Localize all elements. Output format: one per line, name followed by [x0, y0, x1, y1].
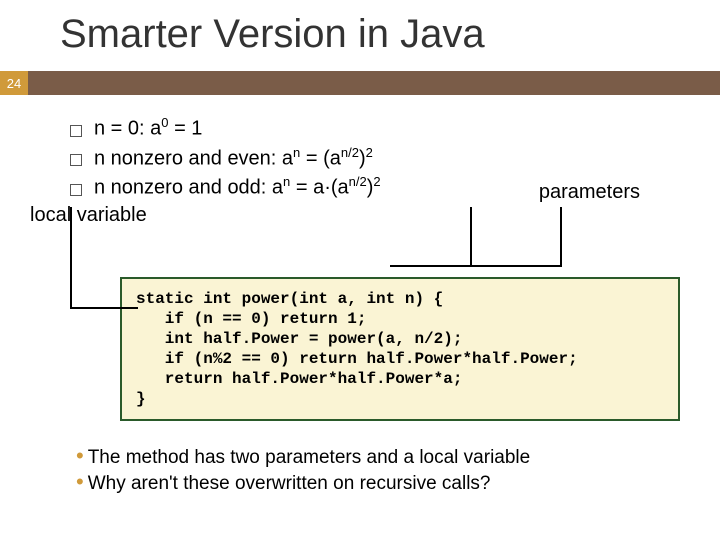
header-bar: 24 [0, 71, 720, 95]
note-item: • Why aren't these overwritten on recurs… [76, 471, 690, 495]
dot-icon: • [76, 471, 84, 493]
dot-icon: • [76, 445, 84, 467]
slide-content: n = 0: a0 = 1 n nonzero and even: an = (… [0, 95, 720, 495]
bullet-marker-icon [70, 154, 82, 166]
footer-notes: • The method has two parameters and a lo… [76, 445, 690, 495]
callout-line [560, 207, 562, 265]
sup: 2 [366, 145, 373, 160]
page-number: 24 [0, 71, 28, 95]
sup: n/2 [349, 174, 367, 189]
local-variable-label: local variable [30, 204, 690, 227]
bullet-text: n = 0: a0 = 1 [94, 115, 202, 141]
t: = a·(a [290, 177, 348, 199]
t: ) [359, 147, 366, 169]
note-item: • The method has two parameters and a lo… [76, 445, 690, 469]
note-text: The method has two parameters and a loca… [88, 447, 531, 469]
sup: 0 [161, 115, 168, 130]
bullet-case-zero: n = 0: a0 = 1 [70, 115, 690, 141]
callout-line [438, 265, 562, 267]
t: n nonzero and even: a [94, 147, 293, 169]
sup: n/2 [341, 145, 359, 160]
bullet-case-even: n nonzero and even: an = (an/2)2 [70, 145, 690, 171]
bullet-marker-icon [70, 184, 82, 196]
bullet-text: n nonzero and even: an = (an/2)2 [94, 145, 373, 171]
sup: 2 [373, 174, 380, 189]
bullet-marker-icon [70, 125, 82, 137]
callout-line [470, 207, 472, 265]
code-block: static int power(int a, int n) { if (n =… [120, 277, 680, 421]
callout-line [70, 207, 72, 307]
t: = (a [300, 147, 341, 169]
bullet-text: n nonzero and odd: an = a·(an/2)2 [94, 174, 381, 200]
callout-line [70, 307, 138, 309]
t: = 1 [169, 118, 203, 140]
t: n nonzero and odd: a [94, 177, 283, 199]
t: n = 0: a [94, 118, 161, 140]
slide-title: Smarter Version in Java [0, 0, 720, 71]
parameters-label: parameters [539, 181, 640, 204]
note-text: Why aren't these overwritten on recursiv… [88, 473, 491, 495]
